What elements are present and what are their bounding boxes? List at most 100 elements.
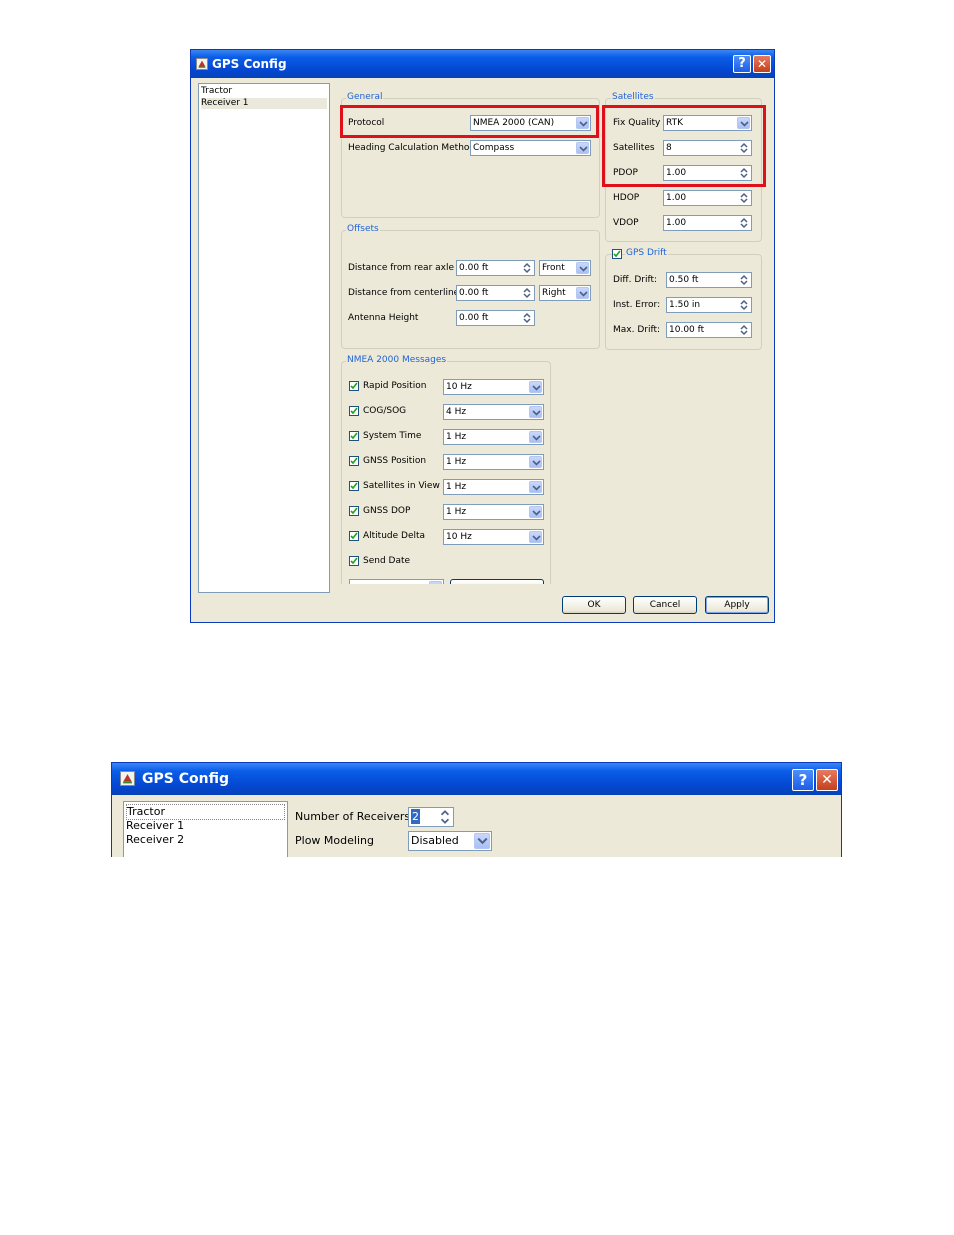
tree-item-tractor[interactable]: Tractor	[126, 804, 285, 820]
system-time-rate[interactable]: 1 Hz	[443, 429, 544, 445]
centerline-direction-select[interactable]: Right	[539, 285, 591, 301]
tree-item-receiver-1[interactable]: Receiver 1	[201, 98, 327, 109]
gps-config-dialog-2: GPS Config ? ✕ Tractor Receiver 1 Receiv…	[111, 762, 842, 857]
offsets-legend: Offsets	[346, 224, 380, 235]
tree-item-receiver-1[interactable]: Receiver 1	[126, 819, 285, 833]
dropdown-arrow-icon[interactable]	[474, 833, 490, 849]
spinner-arrows-icon[interactable]	[738, 217, 750, 229]
spinner-arrows-icon[interactable]	[521, 287, 533, 299]
satellites-in-view-label: Satellites in View	[363, 481, 440, 491]
vdop-spinner[interactable]: 1.00	[663, 215, 752, 231]
checkmark-icon	[350, 407, 358, 415]
antenna-height-label: Antenna Height	[348, 313, 419, 323]
gnss-dop-label: GNSS DOP	[363, 506, 411, 516]
cog-sog-rate-value: 4 Hz	[446, 407, 467, 417]
dropdown-arrow-icon[interactable]	[529, 456, 542, 468]
close-icon[interactable]: ✕	[816, 769, 838, 791]
rapid-position-rate[interactable]: 10 Hz	[443, 379, 544, 395]
max-drift-spinner[interactable]: 10.00 ft	[666, 322, 752, 338]
rapid-position-rate-value: 10 Hz	[446, 382, 472, 392]
dropdown-arrow-icon[interactable]	[529, 506, 542, 518]
system-time-checkbox[interactable]	[349, 431, 359, 441]
dropdown-arrow-icon[interactable]	[576, 262, 589, 274]
checkmark-icon	[350, 432, 358, 440]
rear-axle-direction-select[interactable]: Front	[539, 260, 591, 276]
gps-config-dialog: GPS Config ? ✕ Tractor Receiver 1 Genera…	[190, 49, 775, 623]
window-title-2: GPS Config	[142, 771, 229, 787]
hdop-value: 1.00	[666, 193, 687, 203]
antenna-height-spinner[interactable]: 0.00 ft	[456, 310, 535, 326]
centerline-direction-value: Right	[542, 288, 566, 298]
apply-button[interactable]: Apply	[705, 596, 769, 614]
satellites-in-view-rate[interactable]: 1 Hz	[443, 479, 544, 495]
gnss-dop-rate[interactable]: 1 Hz	[443, 504, 544, 520]
send-date-checkbox[interactable]	[349, 556, 359, 566]
dropdown-arrow-icon[interactable]	[429, 581, 442, 584]
dropdown-arrow-icon[interactable]	[529, 406, 542, 418]
num-receivers-label: Number of Receivers	[295, 810, 411, 823]
ok-button[interactable]: OK	[562, 596, 626, 614]
app-icon	[196, 58, 208, 70]
dropdown-arrow-icon[interactable]	[576, 142, 589, 154]
rear-axle-label: Distance from rear axle	[348, 263, 455, 273]
title-bar-2[interactable]: GPS Config ? ✕	[112, 763, 841, 795]
spinner-arrows-icon[interactable]	[521, 262, 533, 274]
rear-axle-spinner[interactable]: 0.00 ft	[456, 260, 535, 276]
hdop-spinner[interactable]: 1.00	[663, 190, 752, 206]
altitude-delta-checkbox[interactable]	[349, 531, 359, 541]
rapid-position-checkbox[interactable]	[349, 381, 359, 391]
diff-drift-spinner[interactable]: 0.50 ft	[666, 272, 752, 288]
close-icon[interactable]: ✕	[753, 55, 771, 73]
centerline-spinner[interactable]: 0.00 ft	[456, 285, 535, 301]
gnss-position-checkbox[interactable]	[349, 456, 359, 466]
settings-tree[interactable]: Tractor Receiver 1	[198, 83, 330, 593]
checkmark-icon	[613, 250, 621, 258]
rear-axle-value: 0.00 ft	[459, 263, 489, 273]
checkmark-icon	[350, 532, 358, 540]
nmea-scroll-area[interactable]: NMEA 2000 Messages Rapid Position 10 Hz …	[338, 355, 608, 584]
cog-sog-rate[interactable]: 4 Hz	[443, 404, 544, 420]
diff-drift-value: 0.50 ft	[669, 275, 699, 285]
plow-modeling-select[interactable]: Disabled	[408, 831, 492, 851]
tree-item-tractor[interactable]: Tractor	[201, 86, 327, 97]
cancel-button[interactable]: Cancel	[633, 596, 697, 614]
gnss-dop-checkbox[interactable]	[349, 506, 359, 516]
spinner-arrows-icon[interactable]	[738, 192, 750, 204]
spinner-arrows-icon[interactable]	[738, 324, 750, 336]
help-icon[interactable]: ?	[792, 769, 814, 791]
plow-modeling-label: Plow Modeling	[295, 834, 374, 847]
vdop-value: 1.00	[666, 218, 687, 228]
cog-sog-checkbox[interactable]	[349, 406, 359, 416]
antenna-height-value: 0.00 ft	[459, 313, 489, 323]
gnss-position-rate[interactable]: 1 Hz	[443, 454, 544, 470]
tree-item-receiver-2[interactable]: Receiver 2	[126, 833, 285, 847]
title-bar[interactable]: GPS Config ? ✕	[191, 50, 774, 78]
num-receivers-spinner[interactable]: 2	[408, 807, 454, 827]
dropdown-arrow-icon[interactable]	[529, 481, 542, 493]
dropdown-arrow-icon[interactable]	[529, 381, 542, 393]
spinner-arrows-icon[interactable]	[738, 299, 750, 311]
gps-drift-checkbox[interactable]	[612, 249, 622, 259]
gps-config-dialog-cropped: GPS Config ? ✕ Tractor Receiver 1 Receiv…	[111, 762, 842, 857]
altitude-delta-rate-value: 10 Hz	[446, 532, 472, 542]
settings-tree-2[interactable]: Tractor Receiver 1 Receiver 2	[123, 801, 288, 857]
spinner-arrows-icon[interactable]	[738, 274, 750, 286]
help-icon[interactable]: ?	[733, 55, 751, 73]
dropdown-arrow-icon[interactable]	[576, 287, 589, 299]
satellites-legend: Satellites	[611, 92, 655, 103]
inst-error-value: 1.50 in	[669, 300, 701, 310]
heading-method-select[interactable]: Compass	[470, 140, 591, 156]
altitude-delta-rate[interactable]: 10 Hz	[443, 529, 544, 545]
spinner-arrows-icon[interactable]	[521, 312, 533, 324]
protocol-highlight	[340, 105, 599, 138]
dropdown-arrow-icon[interactable]	[529, 431, 542, 443]
inst-error-spinner[interactable]: 1.50 in	[666, 297, 752, 313]
spinner-arrows-icon[interactable]	[438, 809, 452, 825]
clipped-rate-select[interactable]	[349, 579, 444, 584]
satellites-in-view-checkbox[interactable]	[349, 481, 359, 491]
clipped-button[interactable]	[450, 579, 544, 584]
send-date-label: Send Date	[363, 556, 411, 566]
centerline-label: Distance from centerline	[348, 288, 460, 298]
dropdown-arrow-icon[interactable]	[529, 531, 542, 543]
checkmark-icon	[350, 382, 358, 390]
